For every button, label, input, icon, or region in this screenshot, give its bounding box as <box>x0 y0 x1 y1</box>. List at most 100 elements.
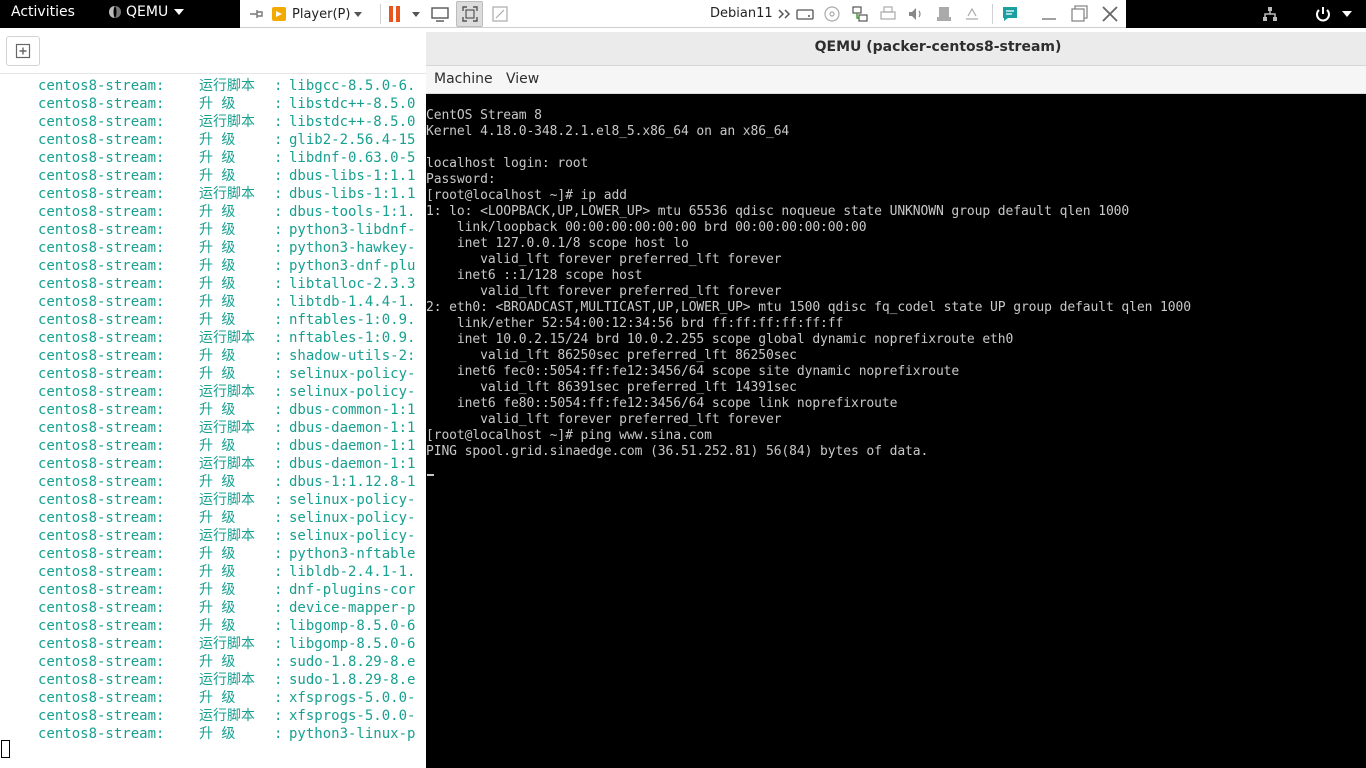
full-screen-button[interactable] <box>456 1 483 27</box>
log-host-prefix: centos8-stream: <box>38 510 165 526</box>
log-package: libstdc++-8.5.0 <box>289 114 416 130</box>
log-host-prefix: centos8-stream: <box>38 258 165 274</box>
console-line: inet6 ::1/128 scope host <box>426 268 643 283</box>
log-colon: : <box>274 438 283 454</box>
log-action: 升 级 <box>199 546 236 562</box>
log-host-prefix: centos8-stream: <box>38 276 165 292</box>
log-host-prefix: centos8-stream: <box>38 528 165 544</box>
pin-icon[interactable] <box>246 4 266 24</box>
chevron-down-icon[interactable] <box>1342 11 1352 17</box>
log-colon: : <box>274 510 283 526</box>
toolbar-separator <box>380 4 381 24</box>
log-action: 升 级 <box>199 564 236 580</box>
log-package: selinux-policy- <box>289 366 416 382</box>
log-host-prefix: centos8-stream: <box>38 690 165 706</box>
log-colon: : <box>274 726 283 742</box>
log-host-prefix: centos8-stream: <box>38 312 165 328</box>
log-action: 运行脚本 <box>199 456 255 472</box>
log-colon: : <box>274 330 283 346</box>
log-action: 运行脚本 <box>199 636 255 652</box>
log-action: 升 级 <box>199 438 236 454</box>
log-colon: : <box>274 618 283 634</box>
log-colon: : <box>274 312 283 328</box>
unity-icon[interactable] <box>490 4 510 24</box>
log-host-prefix: centos8-stream: <box>38 402 165 418</box>
qemu-menubar: Machine View <box>426 66 1366 94</box>
log-package: libgcc-8.5.0-6. <box>289 78 416 94</box>
vm-console[interactable]: CentOS Stream 8 Kernel 4.18.0-348.2.1.el8… <box>426 94 1366 768</box>
close-icon[interactable] <box>1100 4 1120 24</box>
log-colon: : <box>274 222 283 238</box>
log-host-prefix: centos8-stream: <box>38 294 165 310</box>
log-host-prefix: centos8-stream: <box>38 456 165 472</box>
log-host-prefix: centos8-stream: <box>38 636 165 652</box>
chevron-down-icon[interactable] <box>412 12 420 17</box>
log-colon: : <box>274 366 283 382</box>
activities-button[interactable]: Activities <box>11 4 75 20</box>
printer-icon[interactable] <box>878 4 898 24</box>
log-colon: : <box>274 204 283 220</box>
log-action: 升 级 <box>199 582 236 598</box>
log-colon: : <box>274 582 283 598</box>
network-adapter-icon[interactable] <box>850 4 870 24</box>
log-host-prefix: centos8-stream: <box>38 726 165 742</box>
hard-disk-icon[interactable] <box>795 4 815 24</box>
console-line: inet 10.0.2.15/24 brd 10.0.2.255 scope g… <box>426 332 1014 347</box>
log-package: python3-hawkey- <box>289 240 416 256</box>
log-action: 升 级 <box>199 600 236 616</box>
network-wired-icon[interactable] <box>1262 6 1278 22</box>
log-colon: : <box>274 456 283 472</box>
menu-view[interactable]: View <box>506 71 539 87</box>
log-package: nftables-1:0.9. <box>289 330 416 346</box>
log-action: 升 级 <box>199 654 236 670</box>
log-host-prefix: centos8-stream: <box>38 474 165 490</box>
pause-icon[interactable] <box>385 4 405 24</box>
minimize-icon[interactable] <box>1039 4 1059 24</box>
send-ctrl-alt-del-icon[interactable] <box>430 4 450 24</box>
log-package: libtalloc-2.3.3 <box>289 276 416 292</box>
log-host-prefix: centos8-stream: <box>38 384 165 400</box>
log-package: shadow-utils-2: <box>289 348 416 364</box>
log-package: python3-dnf-plu <box>289 258 416 274</box>
qemu-titlebar[interactable]: QEMU (packer-centos8-stream) <box>426 32 1366 66</box>
log-action: 升 级 <box>199 258 236 274</box>
console-line: 2: eth0: <BROADCAST,MULTICAST,UP,LOWER_U… <box>426 300 1191 315</box>
new-tab-button[interactable] <box>6 36 40 66</box>
console-line: link/ether 52:54:00:12:34:56 brd ff:ff:f… <box>426 316 844 331</box>
log-package: python3-linux-p <box>289 726 416 742</box>
log-action: 升 级 <box>199 240 236 256</box>
log-colon: : <box>274 600 283 616</box>
log-host-prefix: centos8-stream: <box>38 204 165 220</box>
message-log-icon[interactable] <box>1000 4 1020 24</box>
usb-device-icon[interactable] <box>934 4 954 24</box>
log-colon: : <box>274 168 283 184</box>
maximize-icon[interactable] <box>1069 4 1089 24</box>
app-menu[interactable]: QEMU <box>108 4 185 20</box>
host-terminal-output[interactable]: centos8-stream: 运行脚本: libgcc-8.5.0-6. cento… <box>0 74 426 768</box>
log-action: 升 级 <box>199 348 236 364</box>
log-package: dbus-1:1.12.8-1 <box>289 474 416 490</box>
log-host-prefix: centos8-stream: <box>38 654 165 670</box>
log-action: 升 级 <box>199 366 236 382</box>
log-package: python3-nftable <box>289 546 416 562</box>
menu-machine[interactable]: Machine <box>434 71 493 87</box>
power-icon[interactable] <box>1314 5 1332 23</box>
log-package: selinux-policy- <box>289 492 416 508</box>
log-host-prefix: centos8-stream: <box>38 708 165 724</box>
log-package: nftables-1:0.9. <box>289 312 416 328</box>
double-chevron-right-icon[interactable] <box>775 4 795 24</box>
log-package: dbus-common-1:1 <box>289 402 416 418</box>
sound-icon[interactable] <box>906 4 926 24</box>
qemu-app-icon <box>109 6 121 18</box>
log-colon: : <box>274 186 283 202</box>
log-package: dbus-daemon-1:1 <box>289 438 416 454</box>
removable-device-icon[interactable] <box>962 4 982 24</box>
player-menu[interactable]: Player(P) <box>270 2 363 26</box>
log-package: sudo-1.8.29-8.e <box>289 654 416 670</box>
app-menu-label: QEMU <box>126 4 169 20</box>
log-action: 运行脚本 <box>199 708 255 724</box>
log-action: 升 级 <box>199 96 236 112</box>
cd-icon[interactable] <box>822 4 842 24</box>
window-title: QEMU (packer-centos8-stream) <box>814 39 1062 55</box>
log-package: dbus-libs-1:1.1 <box>289 168 416 184</box>
